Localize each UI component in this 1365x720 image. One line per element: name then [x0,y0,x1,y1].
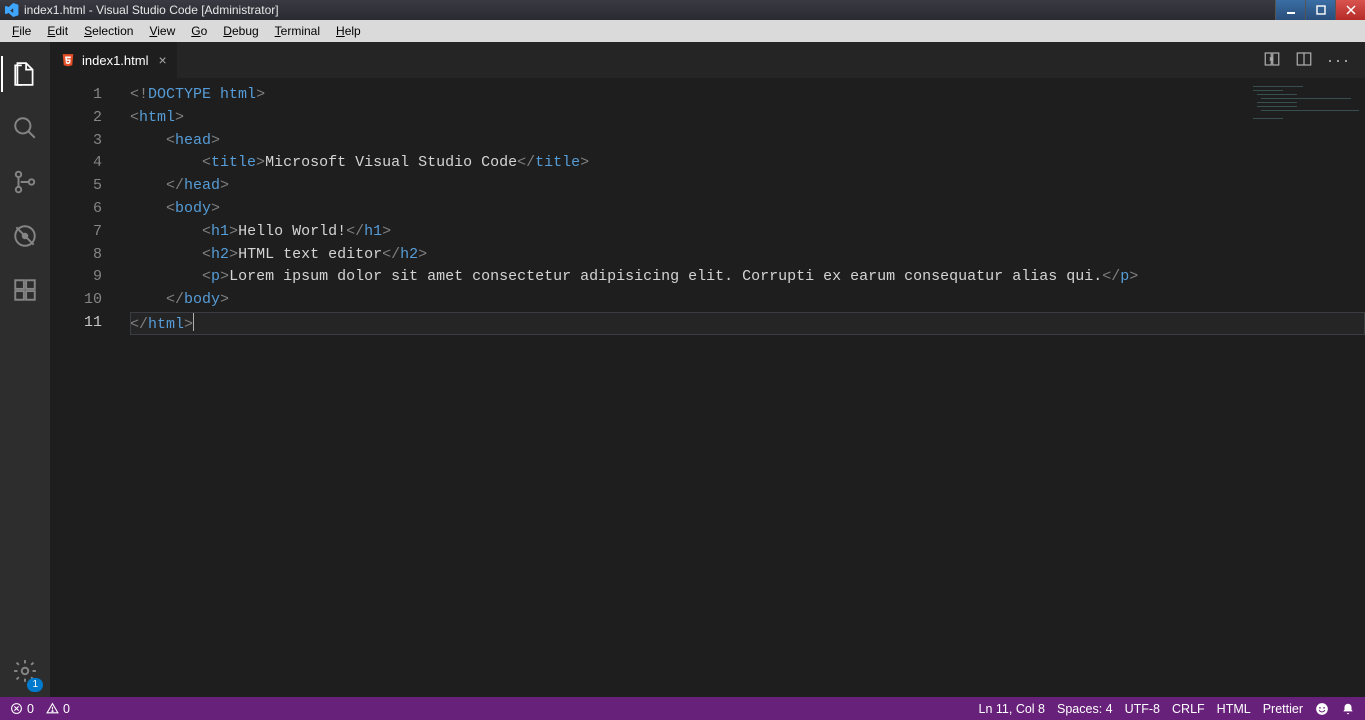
menu-debug[interactable]: Debug [215,22,266,40]
menu-file[interactable]: File [4,22,39,40]
window-controls [1275,0,1365,20]
app-icon [4,2,20,18]
code-line[interactable]: <html> [130,107,1365,130]
tab-index1-html[interactable]: index1.html × [50,42,178,78]
line-number: 5 [50,175,102,198]
menu-help[interactable]: Help [328,22,369,40]
minimap[interactable] [1249,84,1359,144]
code-line[interactable]: <h2>HTML text editor</h2> [130,244,1365,267]
code-line[interactable]: <body> [130,198,1365,221]
code-line[interactable]: <!DOCTYPE html> [130,84,1365,107]
encoding-status[interactable]: UTF-8 [1125,702,1160,716]
menubar: FileEditSelectionViewGoDebugTerminalHelp [0,20,1365,42]
source-control-icon[interactable] [1,158,49,206]
line-number: 6 [50,198,102,221]
errors-indicator[interactable]: 0 [10,702,34,716]
search-icon[interactable] [1,104,49,152]
line-number: 4 [50,152,102,175]
line-number: 8 [50,244,102,267]
debug-icon[interactable] [1,212,49,260]
menu-selection[interactable]: Selection [76,22,141,40]
menu-go[interactable]: Go [183,22,215,40]
extensions-icon[interactable] [1,266,49,314]
settings-badge: 1 [27,678,43,692]
cursor-position[interactable]: Ln 11, Col 8 [979,702,1045,716]
code-line[interactable]: </head> [130,175,1365,198]
indentation-status[interactable]: Spaces: 4 [1057,702,1113,716]
status-bar: 0 0 Ln 11, Col 8 Spaces: 4 UTF-8 CRLF HT… [0,697,1365,720]
editor-group: index1.html × ··· 1234567891011 <!DOCTYP… [50,42,1365,697]
split-editor-icon[interactable] [1295,50,1313,71]
tab-close-icon[interactable]: × [158,52,166,68]
explorer-icon[interactable] [1,50,49,98]
line-number: 2 [50,107,102,130]
window-titlebar: index1.html - Visual Studio Code [Admini… [0,0,1365,20]
line-number: 1 [50,84,102,107]
window-title: index1.html - Visual Studio Code [Admini… [24,3,279,17]
html5-icon [60,52,76,68]
maximize-button[interactable] [1305,0,1335,20]
line-number: 7 [50,221,102,244]
formatter-status[interactable]: Prettier [1263,702,1303,716]
close-button[interactable] [1335,0,1365,20]
code-line[interactable]: <title>Microsoft Visual Studio Code</tit… [130,152,1365,175]
settings-icon[interactable]: 1 [1,647,49,695]
eol-status[interactable]: CRLF [1172,702,1205,716]
code-content[interactable]: <!DOCTYPE html><html> <head> <title>Micr… [120,78,1365,697]
line-number: 11 [50,312,102,335]
minimize-button[interactable] [1275,0,1305,20]
menu-view[interactable]: View [141,22,183,40]
code-line[interactable]: </body> [130,289,1365,312]
warnings-indicator[interactable]: 0 [46,702,70,716]
line-number: 9 [50,266,102,289]
line-number: 3 [50,130,102,153]
tab-label: index1.html [82,53,148,68]
language-mode[interactable]: HTML [1217,702,1251,716]
notifications-icon[interactable] [1341,702,1355,716]
code-line[interactable]: <head> [130,130,1365,153]
activity-bar: 1 [0,42,50,697]
compare-changes-icon[interactable] [1263,50,1281,71]
line-number: 10 [50,289,102,312]
code-editor[interactable]: 1234567891011 <!DOCTYPE html><html> <hea… [50,78,1365,697]
feedback-icon[interactable] [1315,702,1329,716]
line-number-gutter: 1234567891011 [50,78,120,697]
more-actions-icon[interactable]: ··· [1327,50,1351,71]
code-line[interactable]: <p>Lorem ipsum dolor sit amet consectetu… [130,266,1365,289]
code-line[interactable]: </html> [130,312,1365,335]
code-line[interactable]: <h1>Hello World!</h1> [130,221,1365,244]
tab-bar: index1.html × ··· [50,42,1365,78]
menu-edit[interactable]: Edit [39,22,76,40]
menu-terminal[interactable]: Terminal [267,22,328,40]
